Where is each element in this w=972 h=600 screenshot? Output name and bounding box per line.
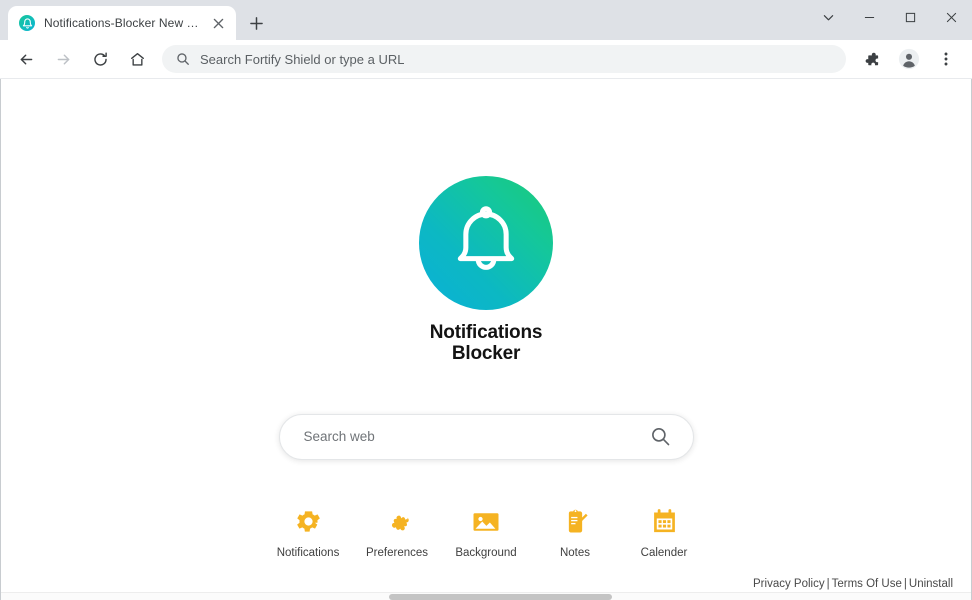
shortcut-label: Background [455, 546, 517, 559]
scrollbar-thumb[interactable] [389, 594, 613, 600]
window-controls [808, 0, 972, 34]
home-button[interactable] [122, 44, 152, 74]
terms-of-use-link[interactable]: Terms Of Use [832, 578, 902, 590]
shortcut-row: Notifications Preferences Background Not… [276, 506, 694, 559]
shortcut-background[interactable]: Background [455, 506, 517, 559]
puzzle-icon [383, 506, 412, 538]
shortcut-label: Preferences [366, 546, 429, 559]
brand-line-2: Blocker [451, 343, 521, 365]
extensions-icon[interactable] [857, 44, 887, 74]
brand-block: Notifications Blocker [419, 176, 553, 365]
browser-toolbar: Search Fortify Shield or type a URL [0, 40, 972, 79]
shortcut-notifications[interactable]: Notifications [276, 506, 340, 559]
close-icon[interactable] [209, 14, 227, 32]
address-bar-placeholder: Search Fortify Shield or type a URL [200, 51, 405, 67]
tab-title: Notifications-Blocker New Tab [44, 16, 200, 30]
footer-links: Privacy Policy | Terms Of Use | Uninstall [753, 578, 953, 590]
profile-avatar[interactable] [894, 44, 924, 74]
browser-window: Notifications-Blocker New Tab Search For… [0, 0, 972, 600]
shortcut-notes[interactable]: Notes [545, 506, 605, 559]
maximize-icon[interactable] [890, 0, 931, 34]
page-title: Notifications Blocker [429, 322, 543, 365]
calendar-icon [650, 506, 679, 538]
browser-menu-icon[interactable] [931, 44, 961, 74]
close-icon[interactable] [931, 0, 972, 34]
shortcut-label: Notes [559, 546, 591, 559]
newtab-page: Notifications Blocker Search web Notific… [1, 79, 971, 600]
forward-button[interactable] [48, 44, 78, 74]
page-viewport: Notifications Blocker Search web Notific… [0, 79, 972, 600]
bell-icon [419, 176, 553, 310]
search-icon [176, 52, 190, 66]
gear-icon [294, 506, 323, 538]
minimize-icon[interactable] [849, 0, 890, 34]
bell-logo-icon [19, 15, 35, 31]
footer-separator: | [903, 578, 907, 590]
uninstall-link[interactable]: Uninstall [909, 578, 953, 590]
shortcut-calender[interactable]: Calender [634, 506, 694, 559]
search-input-placeholder: Search web [303, 429, 375, 445]
shortcut-label: Calender [640, 546, 688, 559]
tab-strip: Notifications-Blocker New Tab [0, 0, 972, 40]
new-tab-button[interactable] [242, 9, 270, 37]
shortcut-preferences[interactable]: Preferences [366, 506, 429, 559]
image-icon [471, 506, 501, 538]
brand-line-1: Notifications [429, 322, 543, 343]
back-button[interactable] [11, 44, 41, 74]
search-icon[interactable] [650, 426, 671, 447]
horizontal-scrollbar[interactable] [1, 592, 971, 600]
shortcut-label: Notifications [276, 546, 340, 559]
privacy-policy-link[interactable]: Privacy Policy [753, 578, 825, 590]
search-input[interactable]: Search web [278, 413, 694, 460]
browser-tab[interactable]: Notifications-Blocker New Tab [8, 6, 236, 40]
footer-separator: | [826, 578, 830, 590]
chevron-down-icon[interactable] [808, 0, 849, 34]
reload-button[interactable] [85, 44, 115, 74]
notepad-pencil-icon [561, 506, 590, 538]
address-bar[interactable]: Search Fortify Shield or type a URL [162, 45, 846, 73]
